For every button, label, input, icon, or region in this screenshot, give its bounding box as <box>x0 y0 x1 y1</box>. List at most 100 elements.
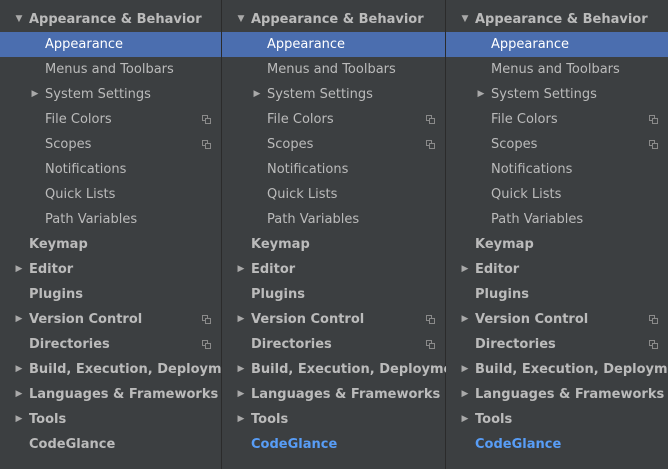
arrow-right-icon[interactable]: ▶ <box>236 257 246 282</box>
tree-item-label: File Colors <box>267 112 334 127</box>
tree-item-appearance-and-behavior[interactable]: ▼ Appearance & Behavior <box>222 7 445 32</box>
arrow-down-icon[interactable]: ▼ <box>460 7 470 32</box>
tree-item-version-control[interactable]: ▶ Version Control <box>446 307 668 332</box>
arrow-right-icon[interactable]: ▶ <box>252 82 262 107</box>
tree-item-label: Path Variables <box>491 212 584 227</box>
arrow-right-icon[interactable]: ▶ <box>476 82 486 107</box>
tree-item-appearance-and-behavior[interactable]: ▼ Appearance & Behavior <box>0 7 221 32</box>
tree-item-label: System Settings <box>45 87 151 102</box>
arrow-right-icon[interactable]: ▶ <box>30 82 40 107</box>
tree-item-label: Appearance <box>491 37 570 52</box>
tree-item-label: Path Variables <box>267 212 360 227</box>
tree-item-plugins[interactable]: Plugins <box>0 282 221 307</box>
tree-item-label: Notifications <box>45 162 127 177</box>
tree-item-scopes[interactable]: Scopes <box>0 132 221 157</box>
tree-item-appearance-and-behavior[interactable]: ▼ Appearance & Behavior <box>446 7 668 32</box>
arrow-right-icon[interactable]: ▶ <box>460 357 470 382</box>
tree-item-languages-and-frameworks[interactable]: ▶ Languages & Frameworks <box>222 382 445 407</box>
tree-item-file-colors[interactable]: File Colors <box>0 107 221 132</box>
tree-item-system-settings[interactable]: ▶ System Settings <box>0 82 221 107</box>
tree-item-keymap[interactable]: Keymap <box>0 232 221 257</box>
arrow-down-icon[interactable]: ▼ <box>14 7 24 32</box>
tree-item-tools[interactable]: ▶ Tools <box>0 407 221 432</box>
arrow-right-icon[interactable]: ▶ <box>236 382 246 407</box>
tree-item-directories[interactable]: Directories <box>0 332 221 357</box>
tree-item-file-colors[interactable]: File Colors <box>222 107 445 132</box>
tree-item-label: Editor <box>475 262 520 277</box>
tree-item-notifications[interactable]: Notifications <box>222 157 445 182</box>
arrow-right-icon[interactable]: ▶ <box>236 357 246 382</box>
tree-item-codeglance[interactable]: CodeGlance <box>222 432 445 457</box>
tree-item-label: Scopes <box>45 137 92 152</box>
tree-item-label: CodeGlance <box>251 437 338 452</box>
tree-item-quick-lists[interactable]: Quick Lists <box>222 182 445 207</box>
tree-item-directories[interactable]: Directories <box>446 332 668 357</box>
tree-item-system-settings[interactable]: ▶ System Settings <box>222 82 445 107</box>
tree-item-label: System Settings <box>491 87 597 102</box>
tree-item-tools[interactable]: ▶ Tools <box>446 407 668 432</box>
tree-item-label: Plugins <box>251 287 305 302</box>
tree-item-appearance[interactable]: Appearance <box>0 32 221 57</box>
tree-item-label: Appearance & Behavior <box>251 12 424 27</box>
tree-item-label: Notifications <box>491 162 573 177</box>
arrow-right-icon[interactable]: ▶ <box>236 307 246 332</box>
arrow-right-icon[interactable]: ▶ <box>460 307 470 332</box>
arrow-right-icon[interactable]: ▶ <box>14 407 24 432</box>
tree-item-version-control[interactable]: ▶ Version Control <box>0 307 221 332</box>
tree-item-editor[interactable]: ▶ Editor <box>222 257 445 282</box>
arrow-right-icon[interactable]: ▶ <box>14 357 24 382</box>
tree-item-label: Quick Lists <box>267 187 338 202</box>
copy-settings-icon <box>202 315 211 324</box>
tree-item-menus-and-toolbars[interactable]: Menus and Toolbars <box>446 57 668 82</box>
arrow-right-icon[interactable]: ▶ <box>14 307 24 332</box>
tree-top-spacer <box>446 0 668 7</box>
arrow-right-icon[interactable]: ▶ <box>460 257 470 282</box>
tree-item-label: Keymap <box>29 237 88 252</box>
tree-item-codeglance[interactable]: CodeGlance <box>446 432 668 457</box>
tree-item-editor[interactable]: ▶ Editor <box>0 257 221 282</box>
copy-settings-icon <box>202 340 211 349</box>
copy-settings-icon <box>649 140 658 149</box>
tree-item-notifications[interactable]: Notifications <box>446 157 668 182</box>
tree-item-label: CodeGlance <box>29 437 116 452</box>
tree-item-directories[interactable]: Directories <box>222 332 445 357</box>
tree-item-languages-and-frameworks[interactable]: ▶ Languages & Frameworks <box>446 382 668 407</box>
tree-item-languages-and-frameworks[interactable]: ▶ Languages & Frameworks <box>0 382 221 407</box>
tree-item-quick-lists[interactable]: Quick Lists <box>446 182 668 207</box>
arrow-right-icon[interactable]: ▶ <box>14 382 24 407</box>
tree-item-build-execution-deployment[interactable]: ▶Build, Execution, Deployment <box>446 357 668 382</box>
tree-item-build-execution-deployment[interactable]: ▶Build, Execution, Deployment <box>0 357 246 382</box>
tree-item-keymap[interactable]: Keymap <box>446 232 668 257</box>
arrow-right-icon[interactable]: ▶ <box>236 407 246 432</box>
tree-item-path-variables[interactable]: Path Variables <box>446 207 668 232</box>
tree-item-system-settings[interactable]: ▶ System Settings <box>446 82 668 107</box>
tree-item-editor[interactable]: ▶ Editor <box>446 257 668 282</box>
tree-item-build-execution-deployment[interactable]: ▶Build, Execution, Deployment <box>222 357 468 382</box>
tree-item-version-control[interactable]: ▶ Version Control <box>222 307 445 332</box>
tree-item-appearance[interactable]: Appearance <box>446 32 668 57</box>
tree-item-menus-and-toolbars[interactable]: Menus and Toolbars <box>222 57 445 82</box>
tree-item-tools[interactable]: ▶ Tools <box>222 407 445 432</box>
tree-item-scopes[interactable]: Scopes <box>222 132 445 157</box>
tree-item-appearance[interactable]: Appearance <box>222 32 445 57</box>
tree-item-codeglance[interactable]: CodeGlance <box>0 432 221 457</box>
arrow-right-icon[interactable]: ▶ <box>460 407 470 432</box>
tree-item-label: Menus and Toolbars <box>267 62 396 77</box>
tree-item-label: Scopes <box>491 137 538 152</box>
tree-item-path-variables[interactable]: Path Variables <box>0 207 221 232</box>
tree-item-scopes[interactable]: Scopes <box>446 132 668 157</box>
tree-item-label: Notifications <box>267 162 349 177</box>
tree-item-label: Tools <box>29 412 67 427</box>
tree-top-spacer <box>0 0 221 7</box>
arrow-down-icon[interactable]: ▼ <box>236 7 246 32</box>
tree-item-quick-lists[interactable]: Quick Lists <box>0 182 221 207</box>
tree-item-plugins[interactable]: Plugins <box>222 282 445 307</box>
arrow-right-icon[interactable]: ▶ <box>14 257 24 282</box>
tree-item-menus-and-toolbars[interactable]: Menus and Toolbars <box>0 57 221 82</box>
tree-item-path-variables[interactable]: Path Variables <box>222 207 445 232</box>
tree-item-plugins[interactable]: Plugins <box>446 282 668 307</box>
arrow-right-icon[interactable]: ▶ <box>460 382 470 407</box>
tree-item-file-colors[interactable]: File Colors <box>446 107 668 132</box>
tree-item-keymap[interactable]: Keymap <box>222 232 445 257</box>
tree-item-notifications[interactable]: Notifications <box>0 157 221 182</box>
